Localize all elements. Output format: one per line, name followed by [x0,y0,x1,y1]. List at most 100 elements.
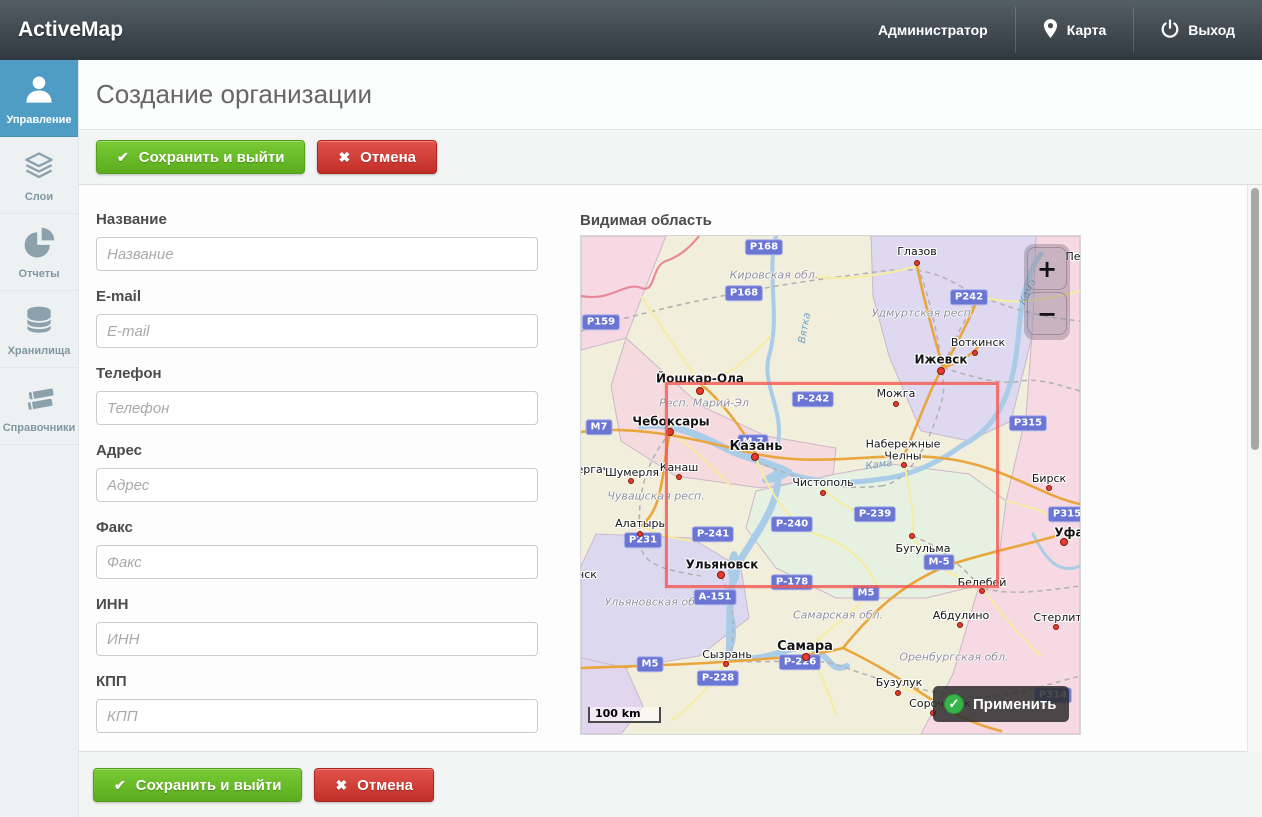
city-dot [1053,624,1059,630]
road-badge: Р168 [745,239,783,255]
layers-icon [21,149,57,185]
map-scale-bar: 100 km [588,707,661,723]
sidebar-item-label: Отчеты [18,268,59,280]
road-badge: Р159 [582,314,620,330]
user-icon [21,72,57,108]
apply-button-label: Применить [973,696,1056,713]
city-label: Уфа [1054,527,1081,540]
city-label: Алатырь [615,518,665,530]
visible-area-label: Видимая область [580,212,712,229]
apply-button[interactable]: ✓ Применить [933,686,1069,722]
vertical-scrollbar[interactable] [1247,185,1262,752]
top-action-bar: ✔ Сохранить и выйти ✖ Отмена [78,130,1262,185]
cancel-button-bottom[interactable]: ✖ Отмена [314,768,434,802]
email-label: E-mail [96,288,538,306]
city-label: Ижевск [915,354,968,367]
cross-icon: ✖ [338,149,350,166]
user-name-label: Администратор [878,22,988,38]
save-button-label: Сохранить и выйти [136,777,282,794]
sidebar: Управление Слои Отчеты Хранилища Справоч… [0,60,79,817]
field-group-address: Адрес [96,442,538,502]
app-logo: ActiveMap [18,0,123,60]
power-icon [1161,19,1179,41]
river-label: Вятка [797,312,813,344]
phone-input[interactable] [96,391,538,425]
save-and-exit-button[interactable]: ✔ Сохранить и выйти [96,140,305,174]
address-input[interactable] [96,468,538,502]
road-badge: Р231 [624,532,662,548]
selection-rectangle[interactable] [665,382,999,588]
fax-label: Факс [96,519,538,537]
region-label: Удмуртская респ. [872,307,975,320]
city-dot [637,531,643,537]
map-zoom-control: + − [1024,244,1070,340]
field-group-email: E-mail [96,288,538,348]
road-badge: А-151 [694,589,737,605]
city-dot [937,367,945,375]
road-badge: Р-228 [697,670,739,686]
city-label: Стерлита [1033,612,1081,624]
bottom-action-bar: ✔ Сохранить и выйти ✖ Отмена [78,751,1262,817]
zoom-out-button[interactable]: − [1027,292,1067,335]
sidebar-item-storages[interactable]: Хранилища [0,291,78,368]
city-dot [895,690,901,696]
field-group-fax: Факс [96,519,538,579]
field-group-inn: ИНН [96,596,538,656]
sidebar-item-directories[interactable]: Справочники [0,368,78,445]
cancel-button-label: Отмена [360,149,416,166]
save-button-label: Сохранить и выйти [139,149,285,166]
road-badge: Р315 [1009,415,1047,431]
user-menu-item[interactable]: Администратор [851,0,1015,60]
phone-label: Телефон [96,365,538,383]
name-label: Название [96,211,538,229]
sidebar-item-management[interactable]: Управление [0,60,78,137]
sidebar-item-label: Хранилища [8,345,71,357]
visible-area-map[interactable]: КамаКамаВяткаКировская обл.Удмуртская ре… [580,235,1081,735]
fax-input[interactable] [96,545,538,579]
map-pin-icon [1043,18,1058,42]
field-group-kpp: КПП [96,673,538,733]
email-input[interactable] [96,314,538,348]
topbar-menu: Администратор Карта Выход [851,0,1262,60]
books-icon [21,380,57,416]
city-dot [802,653,810,661]
cancel-button-label: Отмена [357,777,413,794]
road-badge: М5 [637,656,664,672]
road-badge: Р242 [950,289,988,305]
city-dot [914,260,920,266]
map-link[interactable]: Карта [1016,0,1134,60]
road-badge: Р-226 [779,654,821,670]
inn-input[interactable] [96,622,538,656]
sidebar-item-label: Управление [6,114,71,126]
city-label: нск [580,569,597,581]
region-label: Ульяновская обл. [605,596,706,609]
address-label: Адрес [96,442,538,460]
topbar: ActiveMap Администратор Карта Выход [0,0,1262,60]
map-link-label: Карта [1067,22,1107,38]
road-badge: М7 [586,419,613,435]
city-dot [1046,485,1052,491]
check-icon: ✔ [114,777,126,794]
logout-button[interactable]: Выход [1134,0,1262,60]
inn-label: ИНН [96,596,538,614]
apply-check-icon: ✓ [944,694,964,714]
field-group-name: Название [96,211,538,271]
page-title: Создание организации [96,60,372,129]
cross-icon: ✖ [335,777,347,794]
city-label: Бирск [1032,473,1066,485]
cancel-button[interactable]: ✖ Отмена [317,140,437,174]
city-label: Самара [777,640,833,654]
city-label: Абдулино [933,610,990,622]
zoom-in-button[interactable]: + [1027,247,1067,290]
sidebar-item-layers[interactable]: Слои [0,137,78,214]
kpp-input[interactable] [96,699,538,733]
scrollbar-thumb[interactable] [1251,188,1259,450]
save-and-exit-button-bottom[interactable]: ✔ Сохранить и выйти [93,768,302,802]
region-label: Кировская обл. [730,269,819,282]
sidebar-item-label: Слои [25,191,53,203]
content-area: Название E-mail Телефон Адрес Факс ИНН К… [78,185,1262,752]
name-input[interactable] [96,237,538,271]
sidebar-item-reports[interactable]: Отчеты [0,214,78,291]
road-badge: Р315 [1048,506,1081,522]
road-badge: Р168 [725,285,763,301]
